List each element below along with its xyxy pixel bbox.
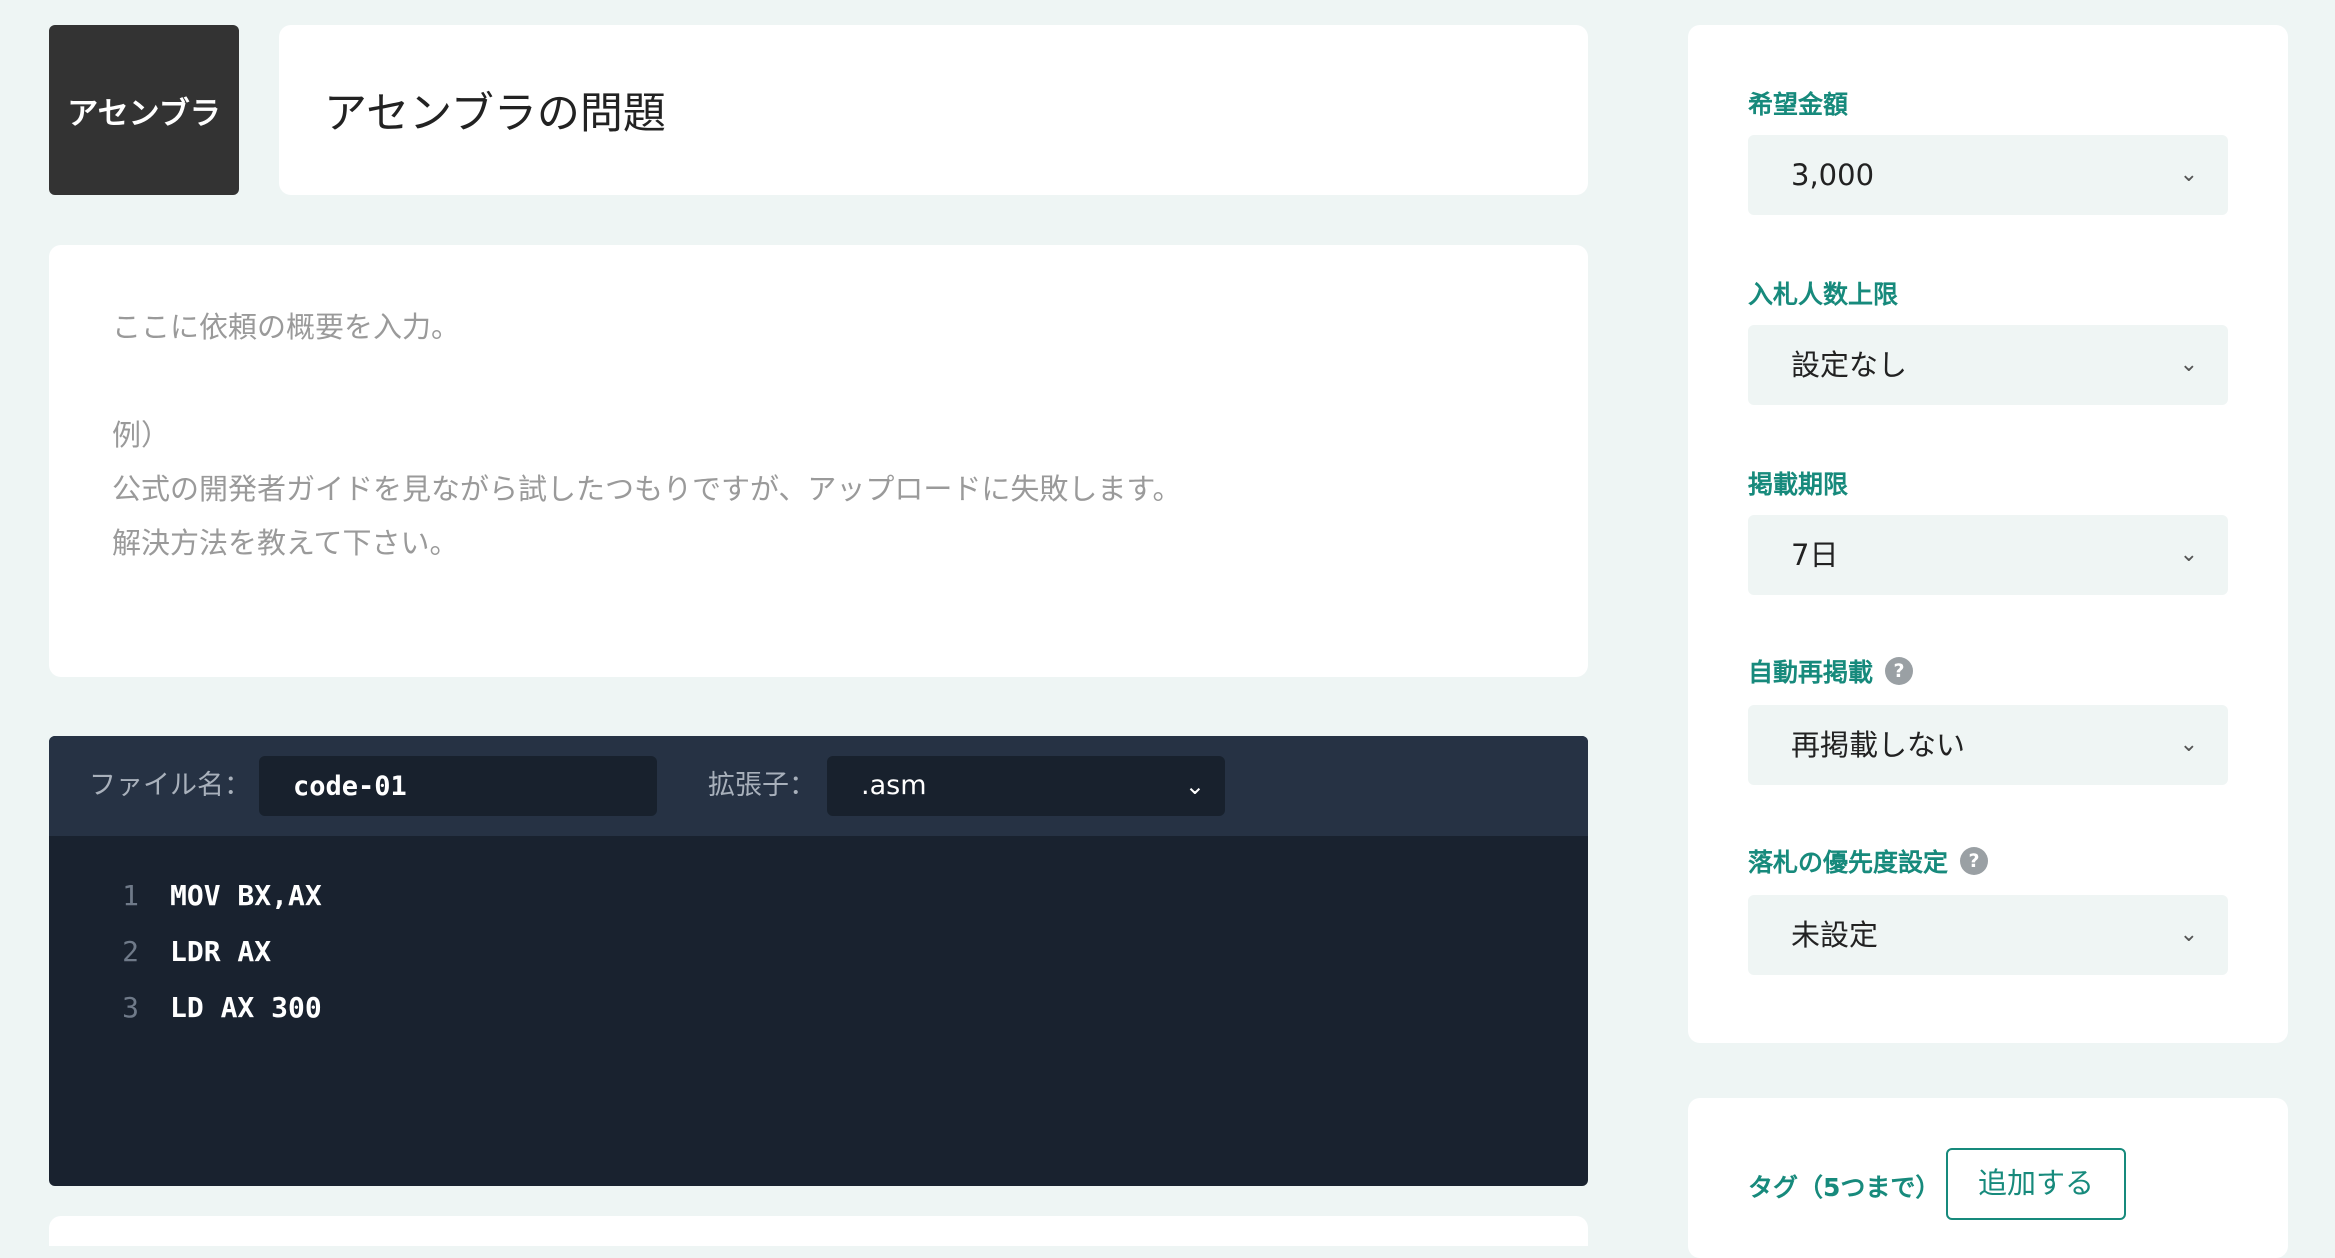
question-title[interactable]: アセンブラの問題: [279, 25, 1588, 195]
chevron-down-icon: ⌄: [1184, 772, 1205, 800]
period-label-text: 掲載期限: [1748, 470, 1849, 499]
chevron-down-icon: ⌄: [2179, 162, 2198, 187]
filename-input[interactable]: [259, 756, 657, 816]
bidder-limit-label-text: 入札人数上限: [1748, 280, 1899, 309]
line-code: MOV BX,AX: [170, 879, 322, 912]
price-label: 希望金額: [1748, 85, 1848, 121]
tags-label: タグ（5つまで）: [1748, 1173, 1941, 1202]
description-field[interactable]: ここに依頼の概要を入力。 例） 公式の開発者ガイドを見ながら試したつもりですが、…: [49, 245, 1588, 677]
bidder-limit-select[interactable]: 設定なし ⌄: [1748, 325, 2228, 405]
period-value: 7日: [1791, 538, 1839, 572]
extension-label: 拡張子：: [708, 770, 816, 801]
next-section-card: [49, 1216, 1588, 1246]
line-number: 2: [122, 935, 139, 968]
repost-select[interactable]: 再掲載しない ⌄: [1748, 705, 2228, 785]
page-title: アセンブラの問題: [324, 89, 666, 139]
price-select[interactable]: 3,000 ⌄: [1748, 135, 2228, 215]
repost-label-text: 自動再掲載: [1748, 658, 1874, 687]
settings-panel: 希望金額 3,000 ⌄ 入札人数上限 設定なし ⌄ 掲載期限 7日 ⌄ 自動再…: [1688, 25, 2288, 1043]
repost-label: 自動再掲載 ?: [1748, 653, 1914, 689]
description-placeholder: ここに依頼の概要を入力。 例） 公式の開発者ガイドを見ながら試したつもりですが、…: [112, 310, 1182, 560]
bidder-limit-label: 入札人数上限: [1748, 275, 1898, 311]
priority-select[interactable]: 未設定 ⌄: [1748, 895, 2228, 975]
chevron-down-icon: ⌄: [2179, 352, 2198, 377]
line-code: LD AX 300: [170, 991, 322, 1024]
help-icon[interactable]: ?: [1885, 657, 1914, 685]
price-label-text: 希望金額: [1748, 90, 1849, 119]
priority-label-text: 落札の優先度設定: [1748, 848, 1949, 877]
code-line: 2 LDR AX: [49, 924, 1449, 980]
priority-label: 落札の優先度設定 ?: [1748, 843, 1989, 879]
code-line: 3 LD AX 300: [49, 980, 1449, 1036]
tags-card: タグ（5つまで） 追加する: [1688, 1098, 2288, 1258]
price-value: 3,000: [1791, 158, 1875, 192]
period-select[interactable]: 7日 ⌄: [1748, 515, 2228, 595]
filename-label: ファイル名：: [89, 770, 251, 801]
chevron-down-icon: ⌄: [2179, 542, 2198, 567]
chevron-down-icon: ⌄: [2179, 732, 2198, 757]
chevron-down-icon: ⌄: [2179, 922, 2198, 947]
help-icon[interactable]: ?: [1960, 847, 1989, 875]
line-code: LDR AX: [170, 935, 272, 968]
extension-select[interactable]: .asm ⌄: [827, 756, 1225, 816]
add-tag-button[interactable]: 追加する: [1946, 1148, 2126, 1220]
line-number: 3: [122, 991, 139, 1024]
language-badge: アセンブラ: [49, 25, 239, 195]
repost-value: 再掲載しない: [1791, 728, 1966, 762]
code-editor: ファイル名： 拡張子： .asm ⌄ 1 MOV BX,AX 2 LDR AX …: [49, 736, 1588, 1186]
code-line: 1 MOV BX,AX: [49, 868, 1449, 924]
extension-value: .asm: [861, 770, 927, 801]
line-number: 1: [122, 879, 139, 912]
editor-toolbar: ファイル名： 拡張子： .asm ⌄: [49, 736, 1588, 836]
period-label: 掲載期限: [1748, 465, 1848, 501]
priority-value: 未設定: [1791, 918, 1879, 952]
bidder-limit-value: 設定なし: [1791, 348, 1908, 382]
